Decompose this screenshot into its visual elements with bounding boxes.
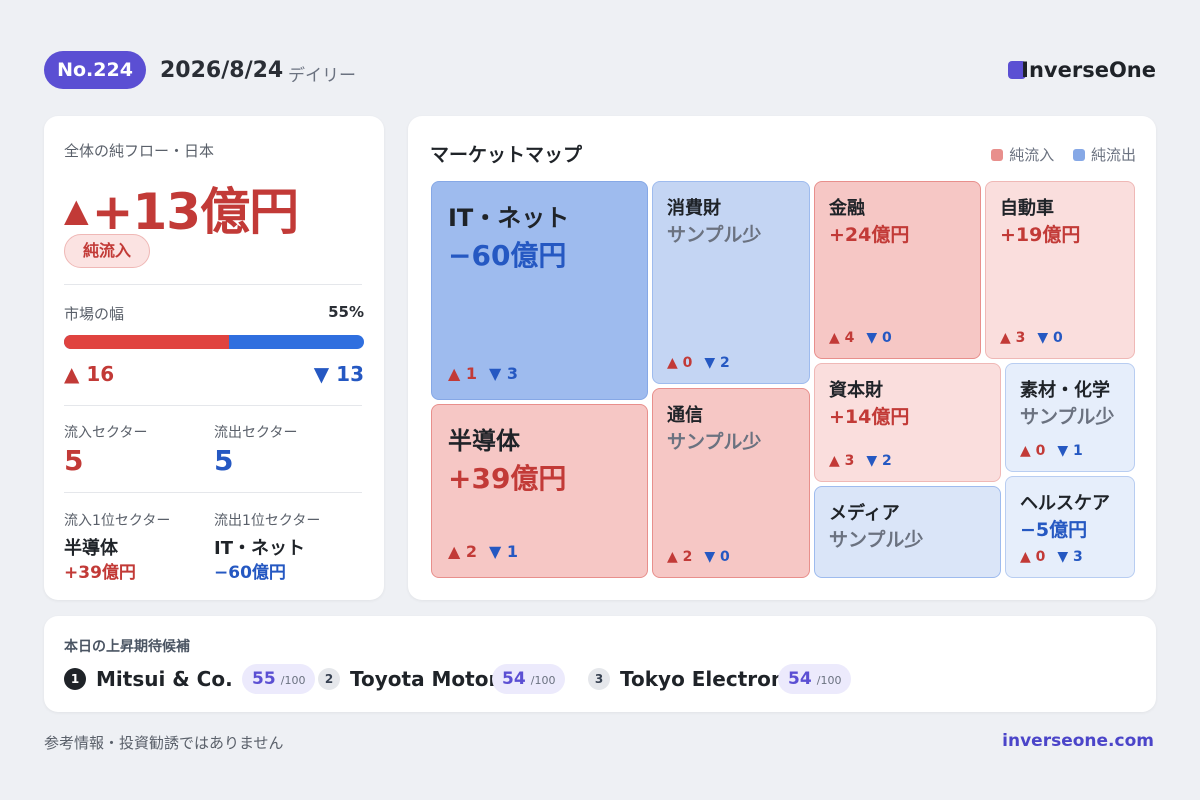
advancers-count: ▲ 16: [64, 362, 115, 386]
market-map-legend: 純流入 純流出: [977, 144, 1136, 165]
report-date: 2026/8/24: [160, 58, 284, 83]
inflow-sectors-label: 流入セクター: [64, 425, 148, 441]
outflow-sectors-count: 5: [214, 444, 234, 477]
header: No.224 2026/8/24 デイリー InverseOne: [44, 50, 1156, 90]
tile-semiconductors[interactable]: 半導体 +39億円 ▲ 2 ▼ 1: [431, 404, 648, 578]
rank-badge: 1: [64, 668, 86, 690]
up-arrow-icon: ▲: [64, 362, 80, 386]
breadth-label: 市場の幅: [64, 305, 125, 323]
pick-score: 54 /100: [492, 664, 566, 694]
market-map-title: マーケットマップ: [430, 144, 583, 166]
pick-name: Tokyo Electron: [620, 667, 786, 691]
pick-name: Mitsui & Co.: [96, 667, 233, 691]
tile-capital-goods[interactable]: 資本財 +14億円 ▲ 3 ▼ 2: [814, 363, 1001, 482]
inflow-swatch-icon: [991, 149, 1004, 161]
top-outflow-label: 流出1位セクター: [214, 513, 321, 529]
tile-automotive[interactable]: 自動車 +19億円 ▲ 3 ▼ 0: [985, 181, 1135, 359]
top-inflow-label: 流入1位セクター: [64, 513, 171, 529]
legend-inflow: 純流入: [991, 146, 1054, 164]
pick-item[interactable]: 3 Tokyo Electron 54 /100: [588, 664, 888, 694]
net-flow-summary-card: 全体の純フロー・日本 ▲+13億円 純流入 市場の幅 55% ▲ 16 ▼ 13…: [44, 116, 384, 600]
legend-outflow: 純流出: [1072, 146, 1136, 164]
top-picks-title: 本日の上昇期待候補: [64, 639, 190, 655]
rank-badge: 2: [318, 668, 340, 690]
pick-name: Toyota Motor: [350, 667, 499, 691]
pick-score: 54 /100: [778, 664, 852, 694]
top-outflow-value: −60億円: [214, 563, 286, 583]
top-outflow-sector: IT・ネット: [214, 538, 305, 559]
top-inflow-sector: 半導体: [64, 538, 118, 559]
brand-name: InverseOne: [1021, 58, 1156, 82]
tile-telecom[interactable]: 通信 サンプル少 ▲ 2 ▼ 0: [652, 388, 810, 578]
breadth-bar: [64, 335, 364, 349]
net-flow-label: 全体の純フロー・日本: [64, 142, 215, 160]
tile-it-net[interactable]: IT・ネット −60億円 ▲ 1 ▼ 3: [431, 181, 648, 400]
net-flow-status-badge: 純流入: [64, 234, 150, 268]
breadth-percent: 55%: [328, 303, 364, 321]
tile-finance[interactable]: 金融 +24億円 ▲ 4 ▼ 0: [814, 181, 981, 359]
tile-healthcare[interactable]: ヘルスケア −5億円 ▲ 0 ▼ 3: [1005, 476, 1135, 578]
divider: [64, 492, 362, 493]
tile-media[interactable]: メディア サンプル少: [814, 486, 1001, 578]
issue-badge: No.224: [44, 51, 146, 89]
decliners-count: ▼ 13: [313, 362, 364, 386]
up-arrow-icon: ▲: [64, 191, 89, 229]
pick-item[interactable]: 2 Toyota Motor 54 /100: [318, 664, 578, 694]
site-link[interactable]: inverseone.com: [1002, 731, 1154, 751]
outflow-sectors-label: 流出セクター: [214, 425, 298, 441]
tile-materials-chemicals[interactable]: 素材・化学 サンプル少 ▲ 0 ▼ 1: [1005, 363, 1135, 472]
rank-badge: 3: [588, 668, 610, 690]
market-map-card: マーケットマップ 純流入 純流出 IT・ネット −60億円 ▲ 1 ▼ 3 半導体…: [408, 116, 1156, 600]
divider: [64, 284, 362, 285]
divider: [64, 405, 362, 406]
disclaimer: 参考情報・投資勧誘ではありません: [44, 734, 284, 752]
down-arrow-icon: ▼: [313, 362, 330, 386]
pick-item[interactable]: 1 Mitsui & Co. 55 /100: [64, 664, 324, 694]
outflow-swatch-icon: [1072, 149, 1085, 161]
report-frequency: デイリー: [288, 66, 356, 86]
breadth-bar-advancers: [64, 335, 229, 349]
tile-consumer-goods[interactable]: 消費財 サンプル少 ▲ 0 ▼ 2: [652, 181, 810, 384]
top-inflow-value: +39億円: [64, 563, 136, 583]
inflow-sectors-count: 5: [64, 444, 84, 477]
top-picks-card: 本日の上昇期待候補 1 Mitsui & Co. 55 /100 2 Toyot…: [44, 616, 1156, 712]
pick-score: 55 /100: [242, 664, 316, 694]
